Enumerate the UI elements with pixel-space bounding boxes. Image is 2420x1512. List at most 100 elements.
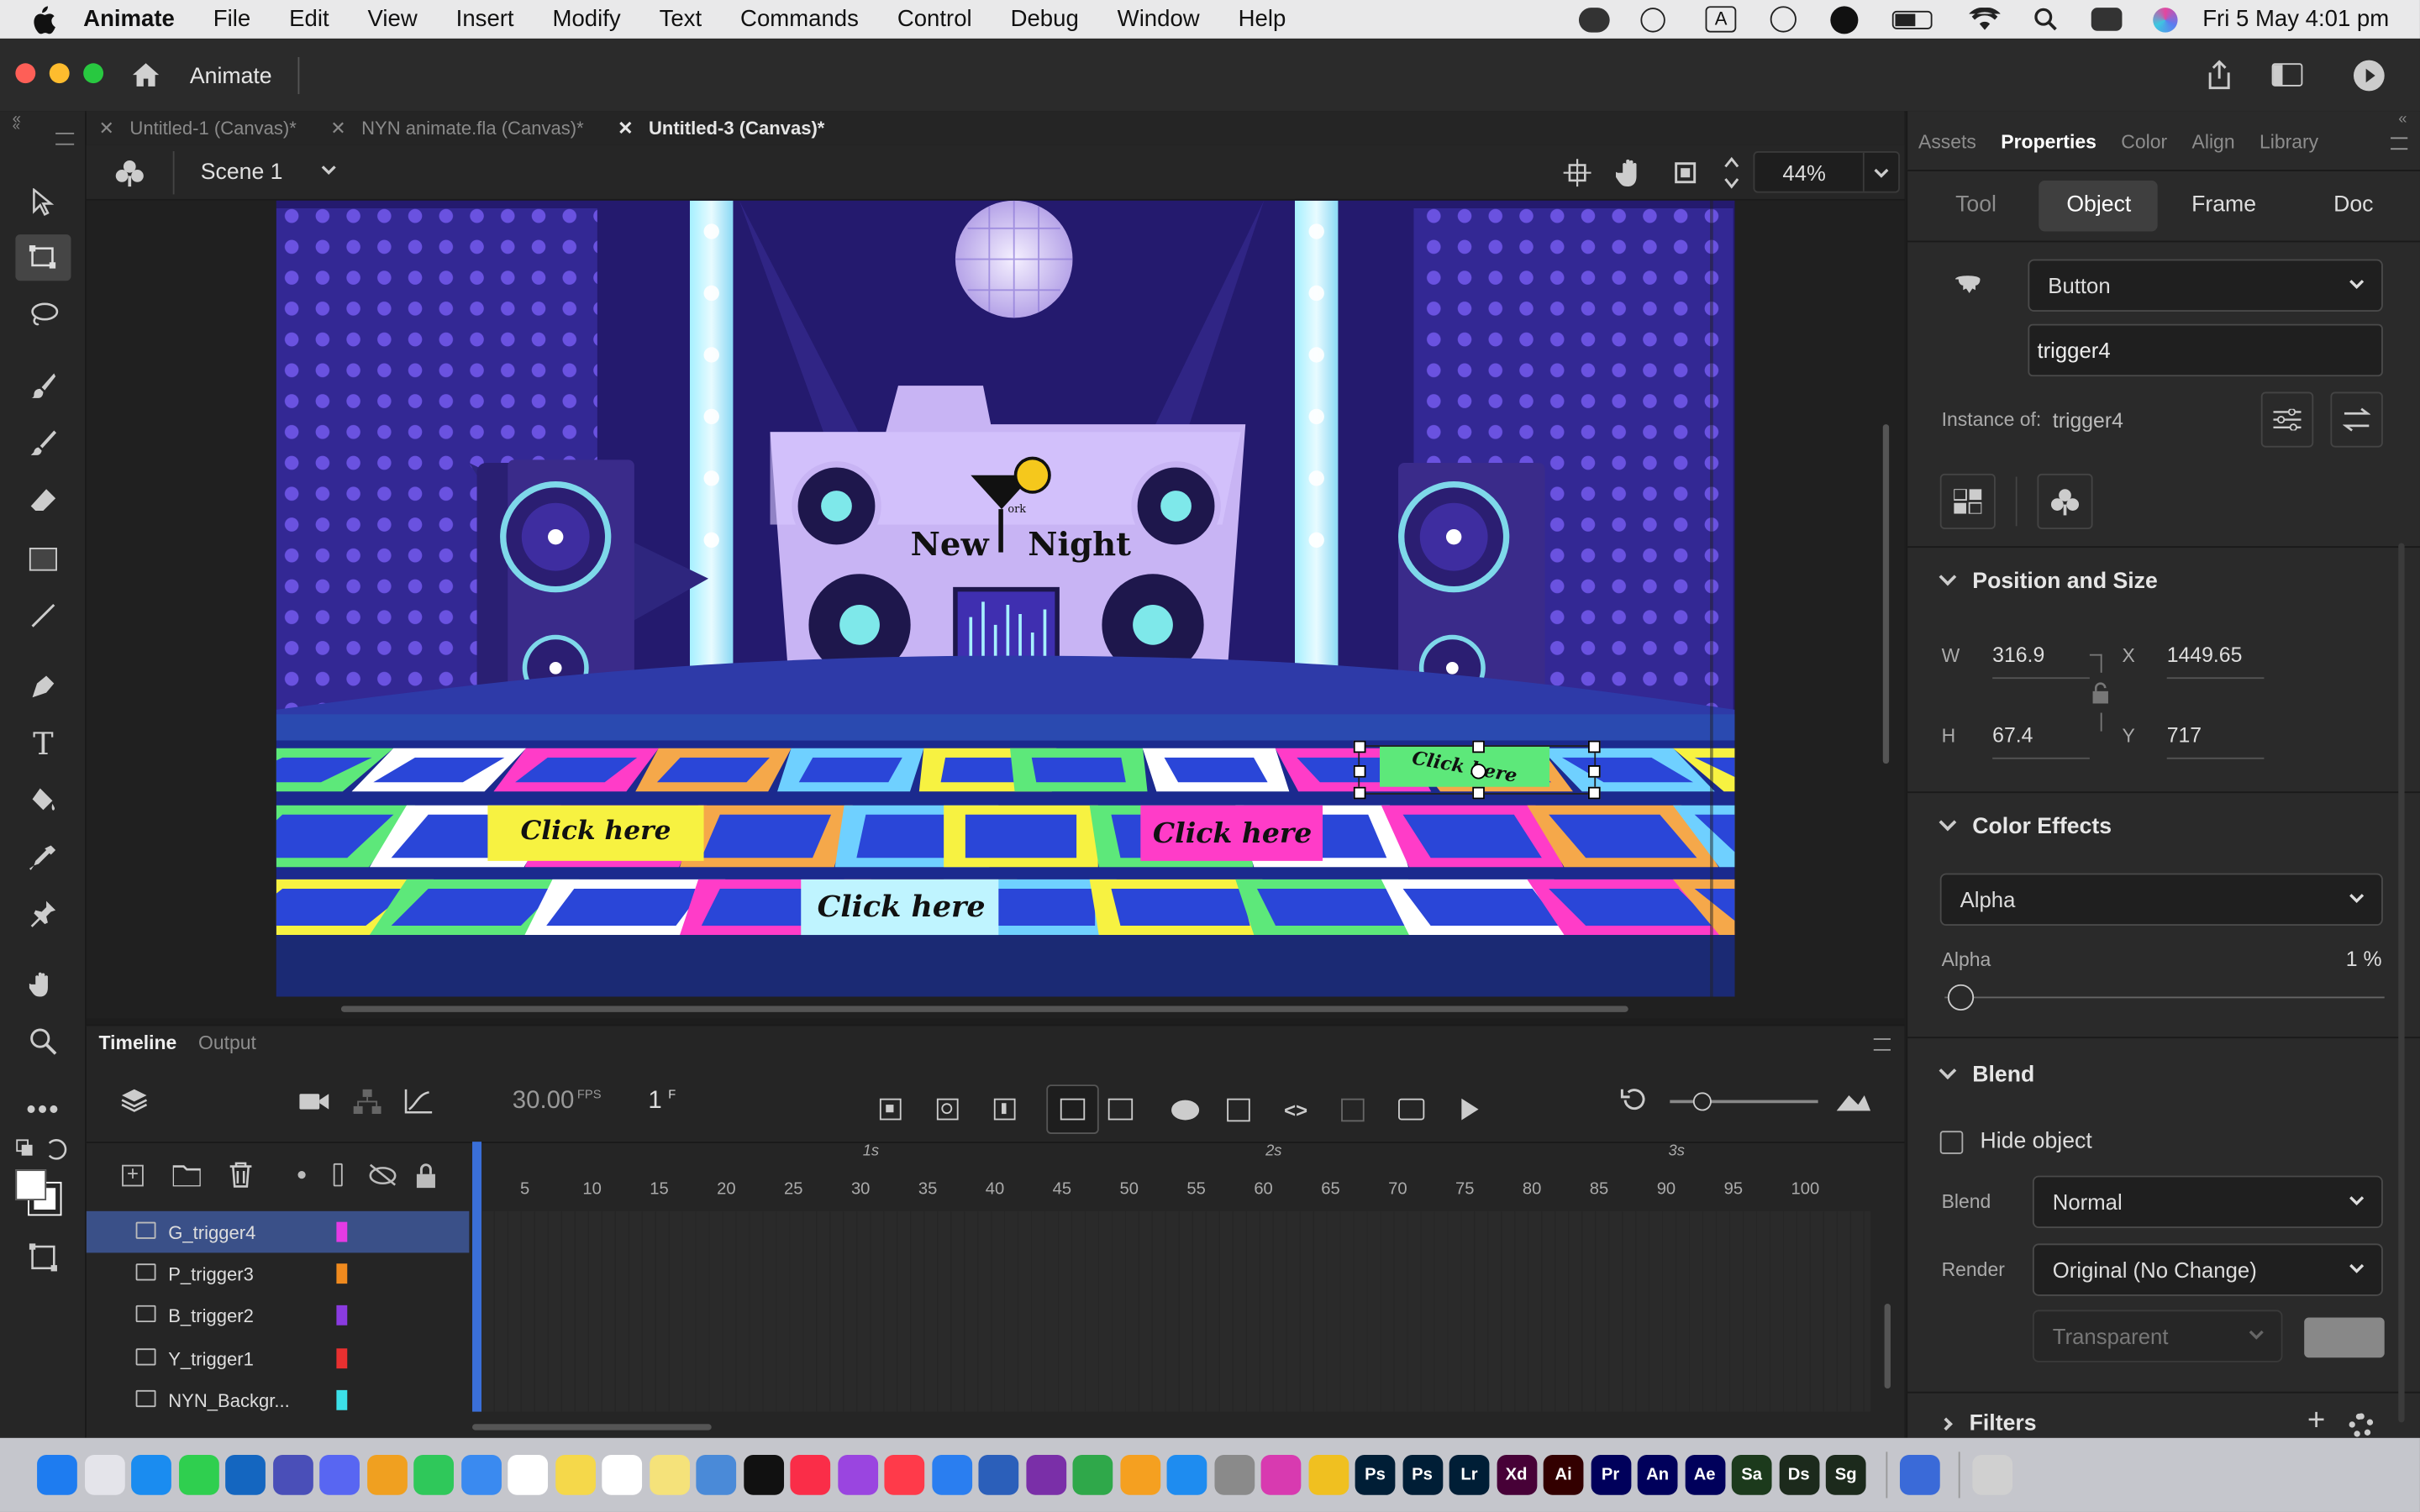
selection-tool-icon[interactable] [15, 179, 71, 225]
dock-app-icon[interactable]: Ds [1778, 1455, 1819, 1495]
dock-app-icon[interactable]: Sg [1825, 1455, 1866, 1495]
dock-app-icon[interactable] [272, 1455, 313, 1495]
center-stage-icon[interactable] [1563, 159, 1591, 187]
graph-editor-icon[interactable] [404, 1089, 433, 1114]
onion-skin-icon[interactable] [1171, 1099, 1200, 1120]
fps-value[interactable]: 30.00 [513, 1088, 575, 1116]
close-tab-icon[interactable]: ✕ [99, 118, 114, 139]
alpha-value[interactable]: 1 % [2346, 948, 2382, 971]
dock-app-icon[interactable] [790, 1455, 831, 1495]
dock-app-icon[interactable] [884, 1455, 925, 1495]
doc-tab-untitled-1[interactable]: ✕ Untitled-1 (Canvas)* [87, 111, 318, 144]
dock-app-icon[interactable] [1307, 1455, 1349, 1495]
pin-tool-icon[interactable] [15, 890, 71, 937]
edit-symbol-properties-icon[interactable] [2260, 391, 2314, 448]
dock-app-icon[interactable] [1025, 1455, 1066, 1495]
current-frame-value[interactable]: 1 [648, 1088, 661, 1116]
dock-app-icon[interactable] [366, 1455, 407, 1495]
dock-app-icon[interactable] [602, 1455, 643, 1495]
blend-mode-dropdown[interactable]: Normal [2032, 1175, 2383, 1229]
instance-name-input[interactable] [2028, 323, 2383, 377]
brush-tool-icon[interactable] [15, 420, 71, 466]
siri-icon[interactable] [2153, 7, 2178, 32]
color-effects-section-toggle[interactable]: Color Effects [1942, 815, 2112, 839]
timeline-horizontal-scrollbar[interactable] [472, 1424, 712, 1431]
layer-name[interactable]: P_trigger3 [168, 1264, 254, 1286]
menu-file[interactable]: File [213, 6, 250, 32]
menu-app-name[interactable]: Animate [83, 6, 175, 32]
scene-name[interactable]: Scene 1 [201, 160, 283, 185]
wifi-icon[interactable] [1969, 8, 2001, 31]
dock-app-icon[interactable] [555, 1455, 596, 1495]
library-tab[interactable]: Library [2260, 131, 2318, 153]
dock-app-icon[interactable] [131, 1455, 171, 1495]
layer-row[interactable]: G_trigger4 [86, 1210, 470, 1253]
dock-app-icon[interactable] [743, 1455, 784, 1495]
more-tools-icon[interactable]: ••• [15, 1086, 71, 1132]
layer-parenting-icon[interactable] [353, 1089, 381, 1115]
doc-tab-untitled-3[interactable]: ✕ Untitled-3 (Canvas)* [605, 111, 846, 144]
clock-text[interactable]: Fri 5 May 4:01 pm [2202, 6, 2389, 32]
apple-icon[interactable] [31, 5, 55, 34]
rectangle-tool-icon[interactable] [15, 535, 71, 581]
dock-app-icon[interactable] [837, 1455, 878, 1495]
layer-name[interactable]: Y_trigger1 [168, 1348, 254, 1370]
workspace-layout-icon[interactable] [2271, 63, 2303, 87]
dock-app-icon[interactable]: Ps [1355, 1455, 1396, 1495]
doc-tab-nyn-animate[interactable]: ✕ NYN animate.fla (Canvas)* [318, 111, 606, 144]
close-tab-icon[interactable]: ✕ [330, 118, 345, 139]
position-size-section-toggle[interactable]: Position and Size [1942, 570, 2157, 594]
dock-app-icon[interactable]: Xd [1496, 1455, 1537, 1495]
vertical-scrollbar[interactable] [1882, 424, 1890, 764]
dock-app-icon[interactable] [37, 1455, 77, 1495]
dock-app-icon[interactable] [1119, 1455, 1160, 1495]
menu-modify[interactable]: Modify [553, 6, 621, 32]
input-source-icon[interactable]: A [1705, 6, 1737, 33]
dock-app-icon[interactable] [1166, 1455, 1207, 1495]
click-here-blue[interactable]: Click here [806, 879, 997, 935]
zoom-window-button[interactable] [83, 63, 104, 84]
menu-edit[interactable]: Edit [289, 6, 329, 32]
menu-insert[interactable]: Insert [456, 6, 514, 32]
hide-object-label[interactable]: Hide object [1980, 1129, 2091, 1153]
break-apart-icon[interactable] [1939, 473, 1996, 529]
menu-text[interactable]: Text [660, 6, 702, 32]
dock-app-icon[interactable] [84, 1455, 124, 1495]
hide-object-checkbox[interactable] [1939, 1131, 1964, 1154]
play-circle-icon[interactable] [1640, 7, 1666, 32]
dock-app-icon[interactable] [225, 1455, 266, 1495]
edit-symbols-icon[interactable] [114, 159, 145, 187]
fill-stroke-swatches[interactable] [15, 1169, 62, 1216]
dock-app-icon[interactable]: Lr [1449, 1455, 1490, 1495]
render-dropdown[interactable]: Original (No Change) [2032, 1243, 2383, 1296]
collapse-panel-icon[interactable]: « [2398, 111, 2407, 128]
menu-commands[interactable]: Commands [740, 6, 859, 32]
highlight-layers-icon[interactable] [297, 1171, 306, 1179]
insert-keyframe-icon[interactable] [879, 1098, 902, 1121]
spiral-app-icon[interactable] [1830, 5, 1859, 34]
search-icon[interactable] [2034, 8, 2058, 31]
timeline-menu-icon[interactable] [1873, 1038, 1891, 1051]
layer-row[interactable]: B_trigger2 [87, 1295, 470, 1337]
dock-app-icon[interactable] [1260, 1455, 1302, 1495]
filters-section-toggle[interactable]: Filters [1939, 1412, 2037, 1436]
swap-colors-icon[interactable] [15, 1138, 67, 1160]
delete-layer-icon[interactable] [229, 1162, 253, 1188]
dock-app-icon[interactable]: Ps [1402, 1455, 1443, 1495]
eraser-tool-icon[interactable] [15, 477, 71, 523]
test-movie-icon[interactable] [2353, 60, 2385, 92]
close-tab-icon[interactable]: ✕ [618, 118, 633, 139]
selection-bounding-box[interactable] [1353, 740, 1601, 800]
camera-icon[interactable] [299, 1091, 330, 1113]
dock-app-icon[interactable] [178, 1455, 218, 1495]
hand-tool-icon[interactable] [15, 961, 71, 1007]
panel-scrollbar[interactable] [2398, 543, 2405, 1423]
home-icon[interactable] [131, 61, 160, 87]
layer-row[interactable]: Y_trigger1 [87, 1337, 470, 1379]
color-tab[interactable]: Color [2121, 131, 2167, 153]
layer-color-swatch[interactable] [336, 1263, 348, 1284]
y-value[interactable]: 717 [2167, 723, 2202, 747]
zoom-tool-icon[interactable] [15, 1018, 71, 1064]
doc-subtab[interactable]: Doc [2333, 193, 2373, 218]
scene-chevron-down-icon[interactable] [319, 160, 338, 179]
